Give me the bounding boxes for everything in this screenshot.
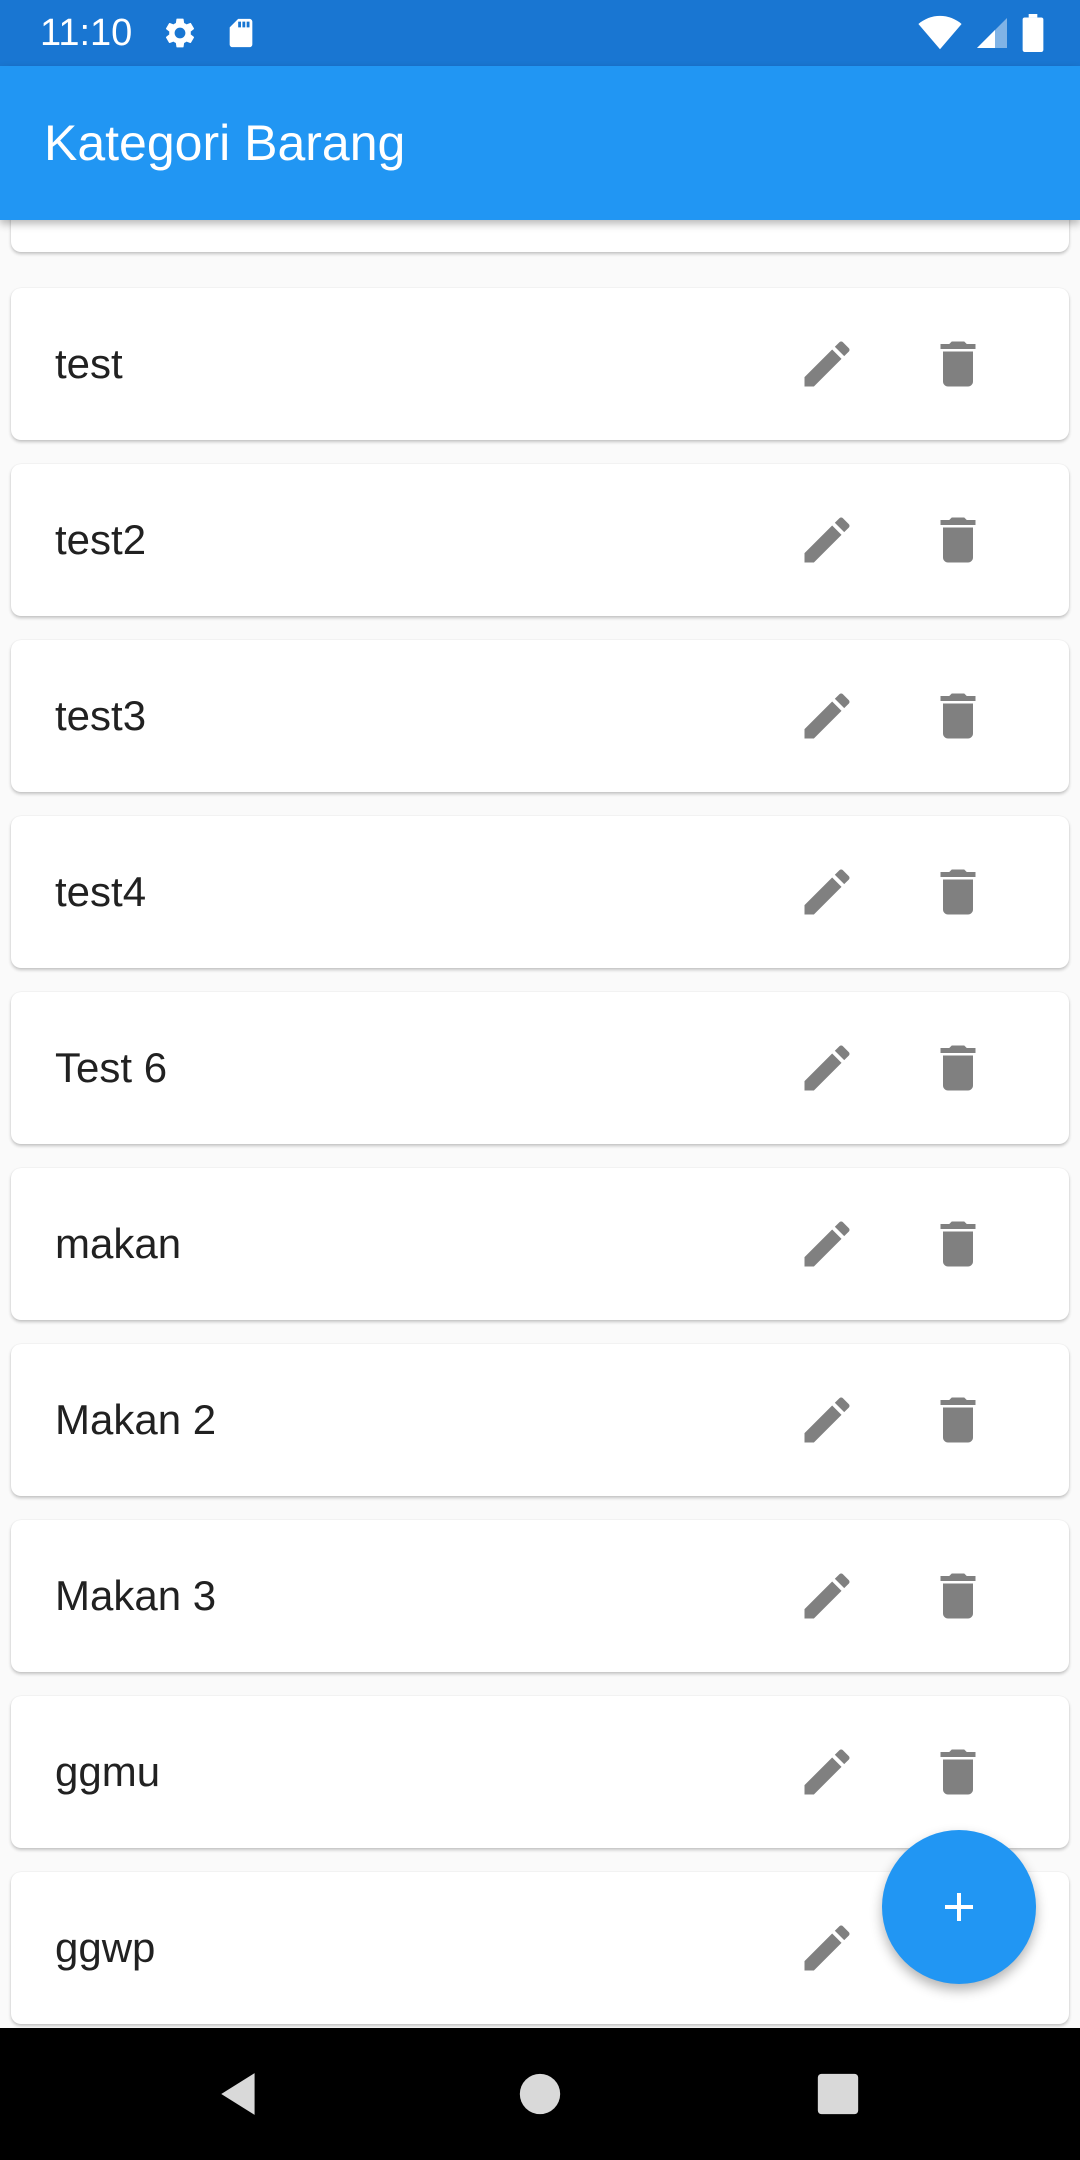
category-list[interactable]: test test2 test3 test4 Test 6 makan Maka…: [0, 220, 1080, 2028]
category-name: ggwp: [55, 1924, 156, 1971]
list-item[interactable]: test3: [11, 640, 1069, 792]
delete-button[interactable]: [908, 490, 1008, 590]
pencil-icon: [804, 869, 850, 915]
settings-gear-icon: [162, 15, 198, 51]
plus-icon: [945, 1893, 973, 1921]
category-name: Makan 3: [55, 1572, 217, 1619]
nav-back-button[interactable]: [200, 2054, 280, 2134]
trash-icon: [940, 517, 976, 563]
add-category-button[interactable]: [882, 1830, 1036, 1984]
pencil-icon: [804, 1045, 850, 1091]
trash-icon: [940, 1045, 976, 1091]
delete-button[interactable]: [908, 1370, 1008, 1470]
edit-button[interactable]: [777, 1018, 877, 1118]
edit-button[interactable]: [777, 490, 877, 590]
trash-icon: [940, 1573, 976, 1619]
cell-signal-icon: [974, 15, 1010, 51]
trash-icon: [940, 1749, 976, 1795]
pencil-icon: [804, 693, 850, 739]
trash-icon: [940, 1221, 976, 1267]
delete-button[interactable]: [908, 1194, 1008, 1294]
category-name: test2: [55, 516, 147, 563]
category-name: test4: [55, 868, 147, 915]
delete-button[interactable]: [908, 666, 1008, 766]
list-item[interactable]: test2: [11, 464, 1069, 616]
home-circle-icon: [519, 2073, 561, 2115]
system-nav-bar: [0, 2028, 1080, 2160]
edit-button[interactable]: [777, 314, 877, 414]
trash-icon: [940, 869, 976, 915]
delete-button[interactable]: [908, 1722, 1008, 1822]
category-name: makan: [55, 1220, 182, 1267]
category-name: ggmu: [55, 1748, 161, 1795]
trash-icon: [940, 341, 976, 387]
delete-button[interactable]: [908, 1018, 1008, 1118]
pencil-icon: [804, 1925, 850, 1971]
status-bar: 11:10: [0, 0, 1080, 66]
list-item[interactable]: [11, 220, 1069, 252]
category-name: Makan 2: [55, 1396, 217, 1443]
pencil-icon: [804, 1573, 850, 1619]
app-bar: Kategori Barang: [0, 66, 1080, 220]
list-item[interactable]: Makan 3: [11, 1520, 1069, 1672]
category-name: test3: [55, 692, 147, 739]
status-time: 11:10: [40, 11, 133, 54]
edit-button[interactable]: [777, 666, 877, 766]
pencil-icon: [804, 1221, 850, 1267]
nav-home-button[interactable]: [500, 2054, 580, 2134]
delete-button[interactable]: [908, 314, 1008, 414]
edit-button[interactable]: [777, 842, 877, 942]
edit-button[interactable]: [777, 1546, 877, 1646]
pencil-icon: [804, 1749, 850, 1795]
trash-icon: [940, 693, 976, 739]
wifi-icon: [918, 15, 962, 51]
back-triangle-icon: [221, 2073, 255, 2115]
list-item[interactable]: Test 6: [11, 992, 1069, 1144]
edit-button[interactable]: [777, 1722, 877, 1822]
trash-icon: [940, 1397, 976, 1443]
list-item[interactable]: ggmu: [11, 1696, 1069, 1848]
category-name: Test 6: [55, 1044, 168, 1091]
delete-button[interactable]: [908, 842, 1008, 942]
pencil-icon: [804, 1397, 850, 1443]
nav-recents-button[interactable]: [798, 2054, 878, 2134]
delete-button[interactable]: [908, 1546, 1008, 1646]
list-item[interactable]: makan: [11, 1168, 1069, 1320]
list-item[interactable]: test: [11, 288, 1069, 440]
list-item[interactable]: Makan 2: [11, 1344, 1069, 1496]
edit-button[interactable]: [777, 1194, 877, 1294]
battery-icon: [1022, 14, 1044, 52]
page-title: Kategori Barang: [44, 115, 406, 171]
recents-square-icon: [817, 2073, 859, 2115]
list-item[interactable]: test4: [11, 816, 1069, 968]
category-name: test: [55, 340, 123, 387]
pencil-icon: [804, 341, 850, 387]
sd-card-icon: [224, 15, 258, 51]
edit-button[interactable]: [777, 1898, 877, 1998]
edit-button[interactable]: [777, 1370, 877, 1470]
pencil-icon: [804, 517, 850, 563]
